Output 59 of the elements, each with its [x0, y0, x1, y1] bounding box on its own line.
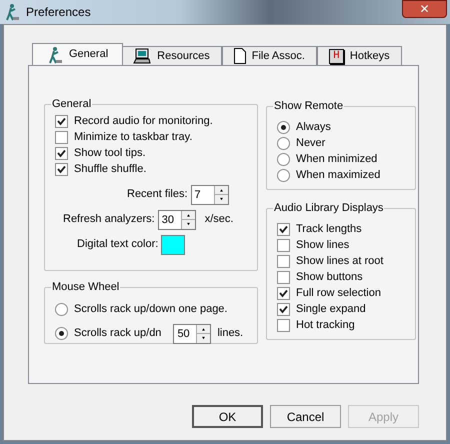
radio-label: When maximized — [296, 168, 380, 183]
field-label: Recent files: — [127, 187, 188, 202]
radio-label: Scrolls rack up/down one page. — [74, 302, 228, 318]
color-swatch[interactable] — [161, 234, 186, 254]
radio-button[interactable] — [277, 136, 290, 150]
checkbox-label: Single expand — [296, 302, 366, 317]
tab[interactable]: Resources — [121, 46, 222, 65]
group-title: Mouse Wheel — [51, 280, 120, 295]
checkbox-label: Show buttons — [296, 270, 363, 285]
checkbox[interactable] — [55, 146, 68, 160]
checkbox-label: Track lengths — [296, 222, 362, 237]
key-icon: H — [328, 48, 344, 64]
radio-label: When minimized — [296, 152, 378, 167]
checkbox-label: Hot tracking — [296, 318, 355, 333]
radio-button[interactable] — [55, 327, 68, 340]
checkbox-label: Show lines — [296, 238, 350, 253]
checkbox[interactable] — [277, 318, 290, 332]
checkbox[interactable] — [277, 222, 290, 236]
checkbox[interactable] — [277, 254, 290, 268]
tab[interactable]: File Assoc. — [222, 46, 317, 65]
unit-label: x/sec. — [204, 212, 234, 228]
number-spinner[interactable]: 7 — [190, 184, 229, 204]
radio-button[interactable] — [277, 152, 290, 166]
radio-button[interactable] — [277, 168, 290, 182]
group-title: Show Remote — [273, 99, 344, 114]
radio-label: Always — [296, 120, 331, 135]
unit-label: lines. — [217, 326, 244, 342]
group-title: General — [51, 97, 92, 112]
number-spinner[interactable]: 50 — [173, 324, 212, 344]
close-button[interactable]: ✕ — [402, 0, 447, 18]
dialog-button[interactable]: OK — [192, 405, 263, 428]
window-title: Preferences — [26, 4, 91, 21]
checkbox[interactable] — [277, 270, 290, 284]
checkbox[interactable] — [55, 130, 68, 144]
checkbox-label: Show lines at root — [296, 254, 384, 269]
checkbox-label: Minimize to taskbar tray. — [74, 130, 192, 145]
dialog-button[interactable]: Cancel — [270, 405, 341, 428]
radio-button[interactable] — [55, 303, 68, 316]
figure-icon — [4, 3, 20, 21]
tab[interactable]: H Hotkeys — [316, 46, 402, 65]
checkbox[interactable] — [277, 238, 290, 252]
field-label: Refresh analyzers: — [63, 212, 155, 228]
checkbox[interactable] — [277, 286, 290, 300]
radio-label: Scrolls rack up/dn — [74, 326, 162, 342]
tab[interactable]: General — [32, 43, 124, 65]
radio-label: Never — [296, 136, 326, 151]
field-label: Digital text color: — [77, 237, 158, 252]
figure-icon — [47, 46, 63, 64]
radio-button[interactable] — [277, 120, 290, 134]
checkbox[interactable] — [55, 114, 68, 128]
number-spinner[interactable]: 30 — [158, 210, 196, 230]
checkbox-label: Shuffle shuffle. — [74, 162, 146, 177]
checkbox-label: Show tool tips. — [74, 146, 146, 161]
checkbox-label: Record audio for monitoring. — [74, 114, 213, 129]
group-title: Audio Library Displays — [273, 201, 384, 216]
checkbox-label: Full row selection — [296, 286, 381, 301]
checkbox[interactable] — [55, 162, 68, 176]
computer-icon — [133, 48, 152, 64]
checkbox[interactable] — [277, 302, 290, 316]
